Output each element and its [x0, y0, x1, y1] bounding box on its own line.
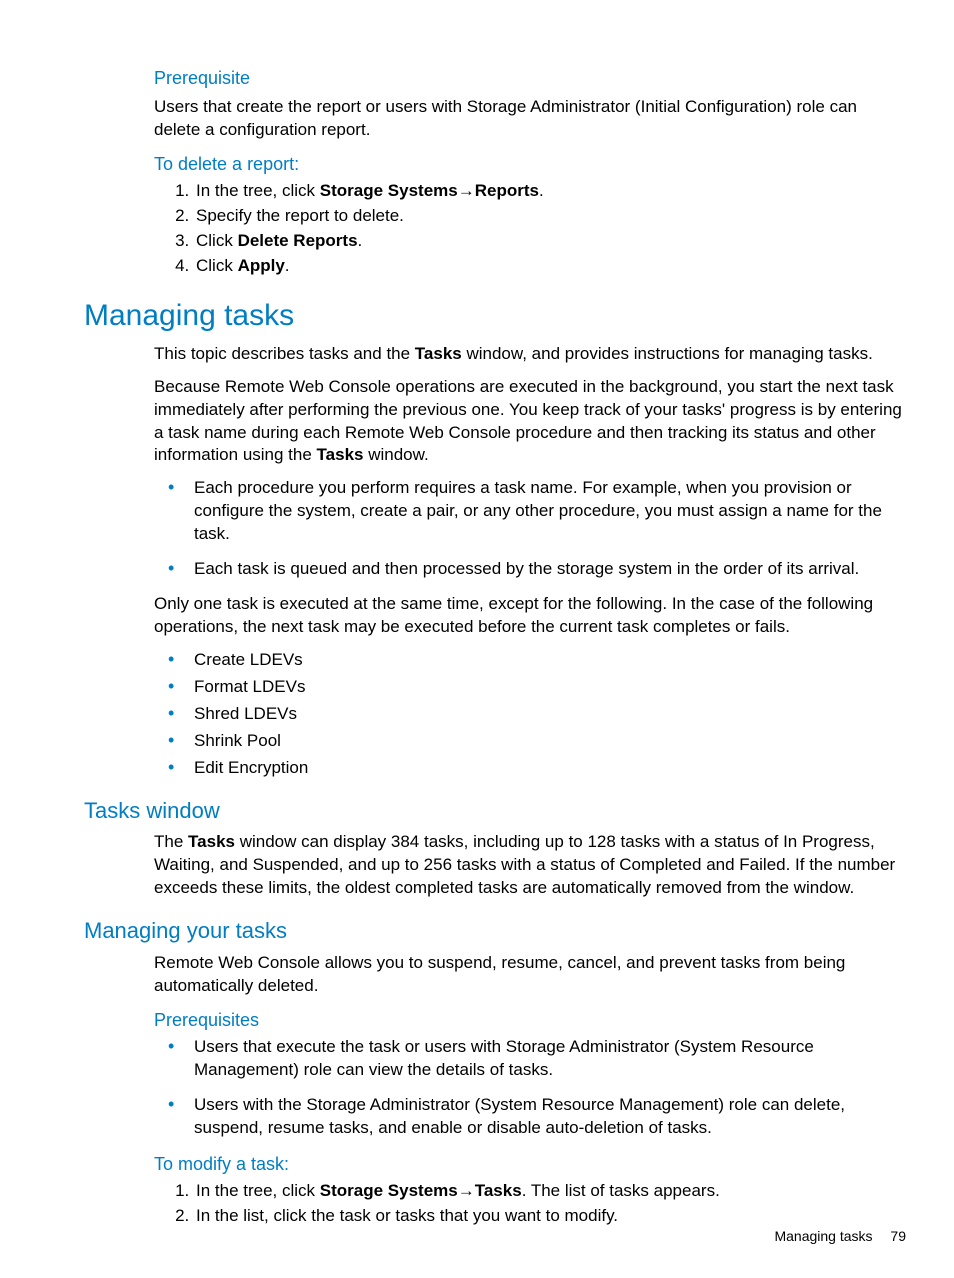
bullet-list-operations: Create LDEVs Format LDEVs Shred LDEVs Sh…: [154, 649, 906, 780]
text: Click: [196, 256, 238, 275]
heading-managing-your-tasks: Managing your tasks: [84, 916, 906, 946]
bold-text: Tasks: [475, 1181, 522, 1200]
steps-delete-report: In the tree, click Storage Systems→Repor…: [154, 180, 906, 278]
arrow-icon: →: [458, 1181, 475, 1200]
step-item: In the tree, click Storage Systems→Tasks…: [194, 1180, 906, 1203]
text: Click: [196, 231, 238, 250]
text: .: [285, 256, 290, 275]
list-item: Format LDEVs: [194, 676, 906, 699]
step-item: In the list, click the task or tasks tha…: [194, 1205, 906, 1228]
page-number: 79: [890, 1228, 906, 1244]
bold-text: Tasks: [188, 832, 235, 851]
text: .: [358, 231, 363, 250]
paragraph: Only one task is executed at the same ti…: [154, 593, 906, 639]
step-item: Click Apply.: [194, 255, 906, 278]
text: In the tree, click: [196, 181, 320, 200]
heading-prerequisite: Prerequisite: [154, 66, 906, 90]
paragraph: The Tasks window can display 384 tasks, …: [154, 831, 906, 900]
step-item: Specify the report to delete.: [194, 205, 906, 228]
list-item: Edit Encryption: [194, 757, 906, 780]
list-item: Each task is queued and then processed b…: [194, 558, 906, 581]
list-item: Create LDEVs: [194, 649, 906, 672]
footer-section-label: Managing tasks: [774, 1228, 872, 1244]
bold-text: Delete Reports: [238, 231, 358, 250]
bold-text: Storage Systems: [320, 181, 458, 200]
text: In the tree, click: [196, 1181, 320, 1200]
heading-managing-tasks: Managing tasks: [84, 296, 906, 337]
bold-text: Storage Systems: [320, 1181, 458, 1200]
bold-text: Apply: [238, 256, 285, 275]
text: .: [539, 181, 544, 200]
text: window.: [364, 445, 429, 464]
arrow-icon: →: [458, 181, 475, 200]
list-item: Users with the Storage Administrator (Sy…: [194, 1094, 906, 1140]
text: . The list of tasks appears.: [522, 1181, 720, 1200]
text: Because Remote Web Console operations ar…: [154, 377, 902, 465]
bold-text: Reports: [475, 181, 539, 200]
list-item: Shred LDEVs: [194, 703, 906, 726]
bold-text: Tasks: [415, 344, 462, 363]
heading-prerequisites: Prerequisites: [154, 1008, 906, 1032]
text: The: [154, 832, 188, 851]
text: window can display 384 tasks, including …: [154, 832, 895, 897]
list-item: Shrink Pool: [194, 730, 906, 753]
paragraph: Remote Web Console allows you to suspend…: [154, 952, 906, 998]
list-item: Users that execute the task or users wit…: [194, 1036, 906, 1082]
bold-text: Tasks: [317, 445, 364, 464]
step-item: Click Delete Reports.: [194, 230, 906, 253]
step-item: In the tree, click Storage Systems→Repor…: [194, 180, 906, 203]
bullet-list: Each procedure you perform requires a ta…: [154, 477, 906, 581]
list-item: Each procedure you perform requires a ta…: [194, 477, 906, 546]
page-container: Prerequisite Users that create the repor…: [0, 0, 954, 1278]
heading-to-delete-report: To delete a report:: [154, 152, 906, 176]
steps-modify-task: In the tree, click Storage Systems→Tasks…: [154, 1180, 906, 1228]
paragraph-prerequisite: Users that create the report or users wi…: [154, 96, 906, 142]
bullet-list-prerequisites: Users that execute the task or users wit…: [154, 1036, 906, 1140]
text: window, and provides instructions for ma…: [462, 344, 873, 363]
page-footer: Managing tasks 79: [774, 1227, 906, 1246]
heading-to-modify-task: To modify a task:: [154, 1152, 906, 1176]
paragraph: This topic describes tasks and the Tasks…: [154, 343, 906, 366]
heading-tasks-window: Tasks window: [84, 796, 906, 826]
text: This topic describes tasks and the: [154, 344, 415, 363]
paragraph: Because Remote Web Console operations ar…: [154, 376, 906, 468]
